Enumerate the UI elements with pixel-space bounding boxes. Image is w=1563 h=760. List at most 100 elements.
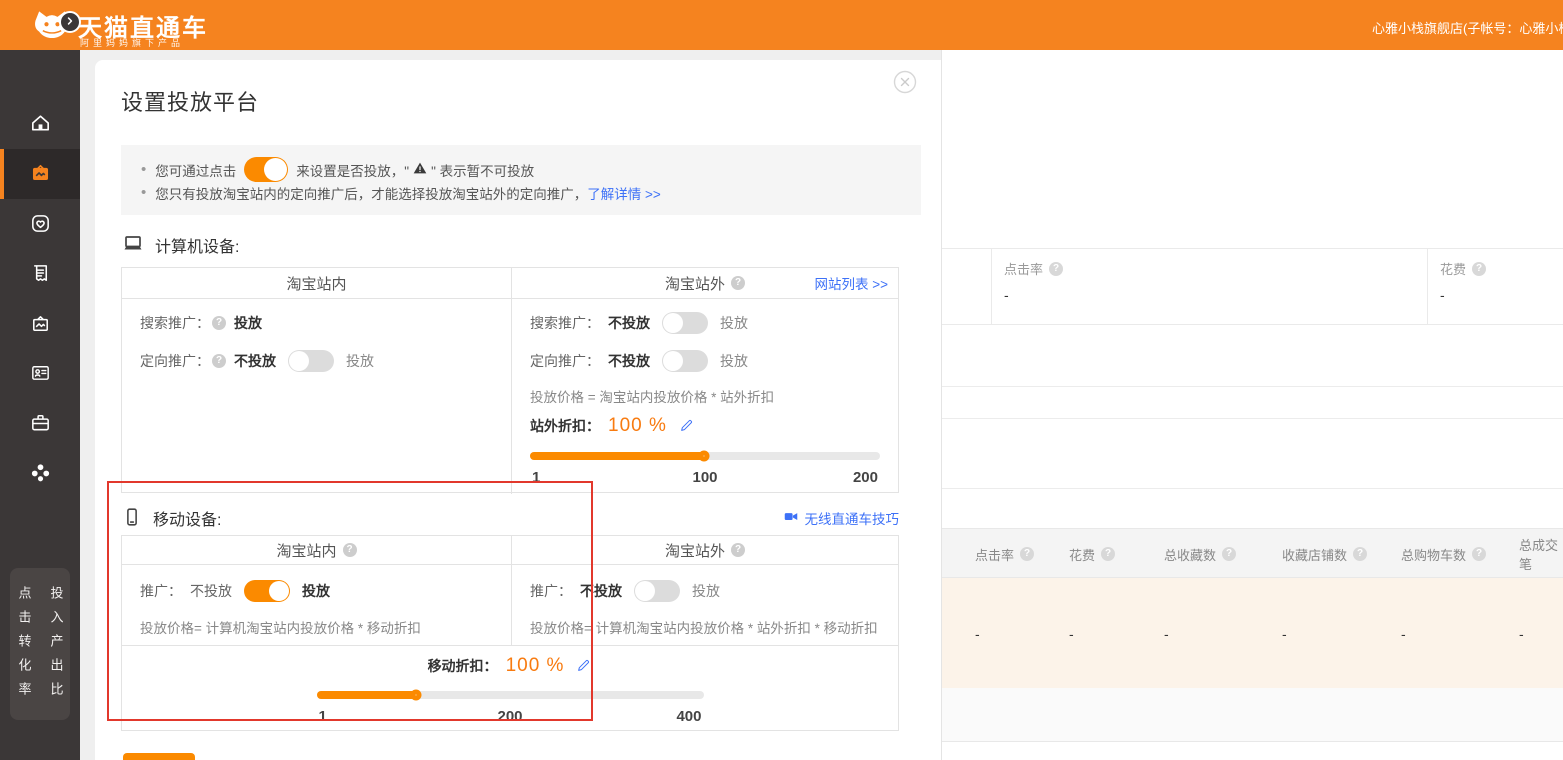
sidebar-item-campaign[interactable] — [0, 149, 80, 199]
target-promo-toggle[interactable] — [662, 350, 708, 372]
toggle-on-label: 投放 — [692, 581, 720, 601]
notice-line-1: 您可通过点击 来设置是否投放，" " 表示暂不可投放 — [141, 157, 901, 182]
heart-icon — [29, 212, 52, 238]
mobile-inside-cell: 推广： 不投放 投放 投放价格= 计算机淘宝站内投放价格 * 移动折扣 — [122, 565, 512, 645]
table-cell: - — [975, 626, 980, 642]
help-icon[interactable] — [1222, 547, 1236, 561]
table-header-carts[interactable]: 总购物车数 — [1401, 529, 1486, 579]
sidebar-item-favorites[interactable] — [0, 200, 80, 250]
set-platform-dialog: 设置投放平台 您可通过点击 来设置是否投放，" " 表示暂不可投放 您只有投放淘… — [95, 60, 941, 760]
slider-handle[interactable] — [698, 451, 709, 462]
search-promo-state: 不投放 — [608, 313, 650, 333]
learn-more-link[interactable]: 了解详情 >> — [587, 183, 661, 203]
table-cell: - — [1519, 626, 1524, 642]
table-header-shop-favorites[interactable]: 收藏店铺数 — [1282, 529, 1367, 579]
toggle-on-label: 投放 — [720, 351, 748, 371]
promo-label: 推广： — [140, 581, 182, 601]
table-header-ctr[interactable]: 点击率 — [975, 529, 1034, 579]
help-icon[interactable] — [212, 354, 226, 368]
sidebar-item-account[interactable] — [0, 349, 80, 399]
slider-handle[interactable] — [410, 690, 421, 701]
table-row[interactable]: - - - - - - — [942, 578, 1563, 688]
discount-value: 100 % — [608, 415, 667, 437]
scale-min: 1 — [532, 469, 540, 486]
outside-discount-line: 站外折扣： 100 % — [530, 414, 880, 438]
toggle-on-label: 投放 — [720, 313, 748, 333]
sidebar-item-home[interactable] — [0, 99, 80, 149]
sidebar-item-toolbox[interactable] — [0, 399, 80, 449]
picture-frame-icon — [29, 312, 52, 338]
computer-table-header: 淘宝站内 淘宝站外 网站列表 >> — [122, 268, 898, 299]
data-table-header: 点击率 花费 总收藏数 收藏店铺数 总购物车数 总成交笔 — [942, 528, 1563, 578]
help-icon[interactable] — [1049, 262, 1063, 276]
sidebar-item-apps[interactable] — [0, 449, 80, 499]
notice-text: 来设置是否投放，" — [296, 160, 409, 180]
table-header-deals[interactable]: 总成交笔 — [1519, 529, 1563, 579]
app-subtitle: 阿里妈妈旗下产品 — [80, 36, 184, 49]
help-icon[interactable] — [1472, 262, 1486, 276]
search-promo-state: 投放 — [234, 313, 262, 333]
scale-mid: 200 — [497, 708, 522, 725]
search-promo-row: 搜索推广： 投放 — [140, 311, 493, 335]
promo-row: 推广： 不投放 投放 — [140, 579, 493, 603]
stat-label: 花费 — [1440, 259, 1466, 278]
scale-max: 400 — [676, 708, 701, 725]
promo-state: 投放 — [302, 581, 330, 601]
column-header: 淘宝站内 — [286, 273, 346, 294]
mobile-inside-toggle[interactable] — [244, 580, 290, 602]
edit-pencil-icon[interactable] — [679, 417, 695, 436]
help-icon[interactable] — [212, 316, 226, 330]
help-icon[interactable] — [1101, 547, 1115, 561]
help-icon[interactable] — [1353, 547, 1367, 561]
help-icon[interactable] — [731, 543, 745, 557]
sidebar-item-reports[interactable] — [0, 250, 80, 300]
computer-inside-header-cell: 淘宝站内 — [122, 268, 512, 298]
mobile-discount-slider[interactable] — [317, 691, 704, 699]
target-promo-toggle[interactable] — [288, 350, 334, 372]
column-header: 总收藏数 — [1164, 545, 1216, 564]
sidebar-metrics-box[interactable]: 点击转化率 投入产出比 — [10, 568, 70, 720]
mobile-section-title: 移动设备: — [153, 506, 221, 530]
home-icon — [29, 111, 52, 137]
computer-outside-header-cell: 淘宝站外 网站列表 >> — [512, 268, 898, 298]
stat-label: 点击率 — [1004, 259, 1043, 278]
stat-value: - — [1440, 287, 1563, 303]
wireless-tips-link-group[interactable]: 无线直通车技巧 — [782, 508, 900, 528]
account-name[interactable]: 心雅小栈旗舰店(子帐号：心雅小栈 — [1372, 18, 1563, 37]
save-button[interactable] — [123, 753, 195, 760]
edit-pencil-icon[interactable] — [576, 657, 592, 676]
table-header-cost[interactable]: 花费 — [1069, 529, 1115, 579]
mobile-inside-formula: 投放价格= 计算机淘宝站内投放价格 * 移动折扣 — [140, 617, 493, 637]
outside-discount-slider[interactable] — [530, 452, 880, 460]
computer-device-table: 淘宝站内 淘宝站外 网站列表 >> 搜索推广： 投放 定向推广： — [121, 267, 899, 493]
table-header-favorites[interactable]: 总收藏数 — [1164, 529, 1236, 579]
mobile-discount-line: 移动折扣： 100 % — [428, 654, 593, 678]
column-header: 淘宝站外 — [665, 540, 725, 561]
table-cell: - — [1069, 626, 1074, 642]
computer-section-header: 计算机设备: — [121, 232, 899, 258]
wireless-tips-link[interactable]: 无线直通车技巧 — [805, 508, 900, 528]
slider-scale: 1 100 200 — [530, 469, 880, 487]
notice-line-2: 您只有投放淘宝站内的定向推广后，才能选择投放淘宝站外的定向推广， 了解详情 >> — [141, 183, 901, 203]
computer-inside-cell: 搜索推广： 投放 定向推广： 不投放 投放 — [122, 299, 512, 494]
table-cell: - — [1401, 626, 1406, 642]
search-promo-toggle[interactable] — [662, 312, 708, 334]
sidebar-expand-button[interactable] — [59, 11, 81, 33]
sidebar-item-creatives[interactable] — [0, 300, 80, 350]
close-icon[interactable] — [893, 70, 917, 94]
metric-conversion-rate: 点击转化率 — [15, 586, 34, 720]
website-list-link[interactable]: 网站列表 >> — [814, 273, 888, 293]
help-icon[interactable] — [731, 276, 745, 290]
mobile-outside-header-cell: 淘宝站外 — [512, 536, 898, 564]
mobile-outside-toggle[interactable] — [634, 580, 680, 602]
help-icon[interactable] — [343, 543, 357, 557]
table-footer-band — [942, 688, 1563, 742]
promo-label: 推广： — [530, 581, 572, 601]
computer-outside-cell: 搜索推广： 不投放 投放 定向推广： 不投放 投放 投放价格 = 淘宝站内投放价… — [512, 299, 898, 494]
mobile-table-header: 淘宝站内 淘宝站外 — [122, 536, 898, 565]
column-header: 淘宝站外 — [665, 273, 725, 294]
help-icon[interactable] — [1472, 547, 1486, 561]
help-icon[interactable] — [1020, 547, 1034, 561]
notice-text: 您只有投放淘宝站内的定向推广后，才能选择投放淘宝站外的定向推广， — [155, 183, 587, 203]
stat-value: - — [1004, 287, 1427, 303]
